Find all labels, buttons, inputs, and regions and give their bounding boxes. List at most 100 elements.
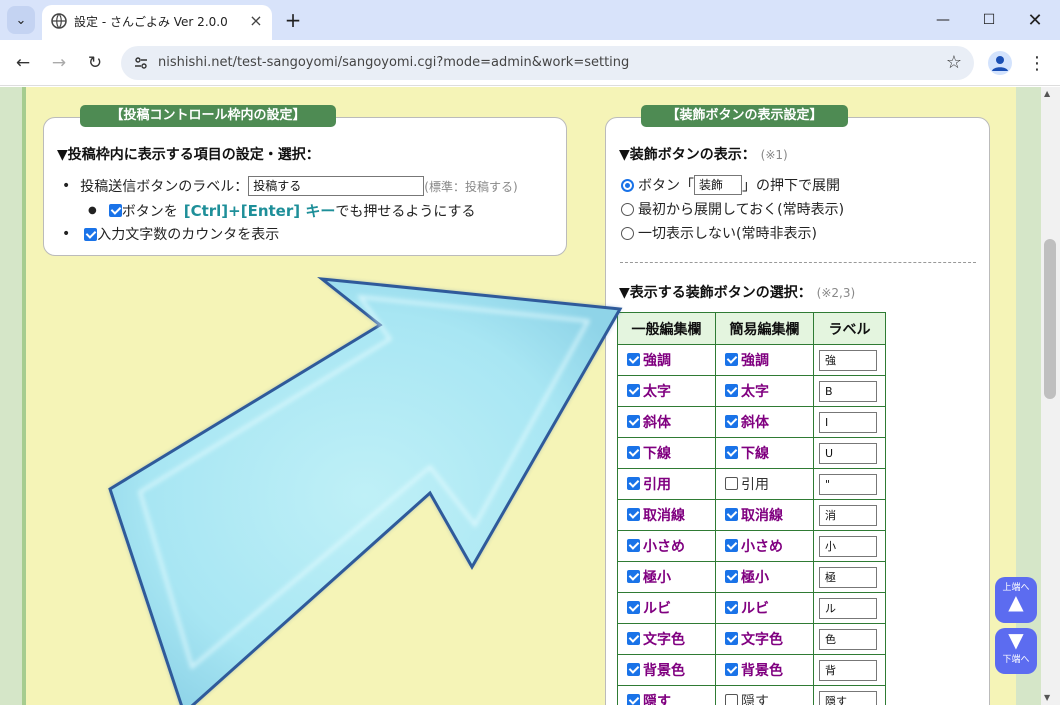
label-input[interactable]: ル	[819, 597, 877, 619]
general-cell: 隠す	[617, 685, 716, 705]
decoration-display-note: (※1)	[760, 148, 788, 162]
arrow-left-icon: ←	[15, 53, 31, 73]
decoration-select-note: (※2,3)	[816, 286, 856, 300]
simple-label: 引用	[741, 476, 769, 493]
jump-top-button[interactable]: 上端へ ▲	[995, 577, 1037, 623]
forward-button[interactable]: →	[44, 48, 74, 78]
jump-bottom-button[interactable]: ▼ 下端へ	[995, 628, 1037, 674]
general-cell: 小さめ	[617, 530, 716, 562]
scroll-up-arrow-icon[interactable]: ▲	[1044, 89, 1050, 98]
general-label: 極小	[643, 569, 671, 586]
simple-checkbox[interactable]	[725, 446, 738, 460]
label-cell: B	[813, 375, 886, 407]
simple-label: 小さめ	[741, 538, 783, 555]
label-input[interactable]: U	[819, 442, 877, 464]
bullet-icon: •	[62, 226, 71, 242]
simple-checkbox[interactable]	[725, 694, 738, 705]
col-header-general: 一般編集欄	[617, 312, 716, 345]
simple-label: ルビ	[741, 600, 769, 617]
address-bar[interactable]: nishishi.net/test-sangoyomi/sangoyomi.cg…	[121, 46, 974, 80]
minimize-button[interactable]: —	[920, 5, 966, 35]
general-label: 強調	[643, 352, 671, 369]
counter-checkbox[interactable]	[84, 227, 98, 241]
simple-checkbox[interactable]	[725, 353, 738, 367]
simple-cell: ルビ	[715, 592, 814, 624]
label-input[interactable]: 強	[819, 349, 877, 371]
radio-always-show[interactable]: 最初から展開しておく(常時表示)	[621, 199, 844, 219]
label-input[interactable]: 小	[819, 535, 877, 557]
simple-label: 取消線	[741, 507, 783, 524]
simple-checkbox[interactable]	[725, 508, 738, 522]
scroll-down-arrow-icon[interactable]: ▼	[1044, 693, 1050, 702]
general-cell: 斜体	[617, 406, 716, 438]
radio-expand-on-press[interactable]: ボタン「 装飾 」の押下で展開	[621, 175, 840, 195]
label-input[interactable]: 消	[819, 504, 877, 526]
close-window-button[interactable]: ✕	[1012, 5, 1058, 35]
tab-strip: ⌄ 設定 - さんごよみ Ver 2.0.0 × + — ☐ ✕	[0, 0, 1060, 40]
general-cell: 引用	[617, 468, 716, 500]
simple-checkbox[interactable]	[725, 477, 738, 491]
back-button[interactable]: ←	[8, 48, 38, 78]
globe-icon	[51, 13, 67, 29]
simple-checkbox[interactable]	[725, 663, 738, 677]
decoration-table-body: 強調 強調 強太字 太字 B 斜体 斜体 I 下線 下線 U 引用 引用 " 取消線 取消線 消小さめ 小さめ 小極…	[617, 344, 886, 705]
kebab-menu-icon: ⋮	[1028, 52, 1046, 74]
label-input[interactable]: 色	[819, 628, 877, 650]
menu-button[interactable]: ⋮	[1022, 48, 1052, 78]
simple-label: 極小	[741, 569, 769, 586]
radio1-suffix: 」の押下で展開	[742, 178, 840, 194]
reload-button[interactable]: ↻	[80, 48, 110, 78]
general-label: 引用	[643, 476, 671, 493]
simple-checkbox[interactable]	[725, 601, 738, 615]
label-input[interactable]: 隠す	[819, 690, 877, 705]
general-label: 文字色	[643, 631, 685, 648]
label-cell: 色	[813, 623, 886, 655]
tab-search-button[interactable]: ⌄	[7, 6, 35, 34]
col-header-simple: 簡易編集欄	[715, 312, 814, 345]
simple-checkbox[interactable]	[725, 570, 738, 584]
simple-cell: 隠す	[715, 685, 814, 705]
decoration-display-text: ▼装飾ボタンの表示：	[619, 147, 756, 163]
label-input[interactable]: 極	[819, 566, 877, 588]
radio-expand-on-press-input[interactable]	[621, 178, 634, 192]
tab-active[interactable]: 設定 - さんごよみ Ver 2.0.0 ×	[42, 5, 272, 40]
decoration-heading: 【装飾ボタンの表示設定】	[641, 105, 848, 127]
general-cell: ルビ	[617, 592, 716, 624]
general-label: 斜体	[643, 414, 671, 431]
radio-never-show-input[interactable]	[621, 226, 634, 240]
simple-checkbox[interactable]	[725, 415, 738, 429]
radio-always-show-input[interactable]	[621, 202, 634, 216]
label-cell: "	[813, 468, 886, 500]
general-label: 背景色	[643, 662, 685, 679]
simple-label: 文字色	[741, 631, 783, 648]
label-input[interactable]: I	[819, 411, 877, 433]
arrow-overlay-icon	[108, 276, 623, 705]
profile-avatar[interactable]	[988, 51, 1012, 75]
label-input[interactable]: B	[819, 380, 877, 402]
ctrl-enter-key: [Ctrl]+[Enter] キー	[183, 202, 336, 220]
general-cell: 文字色	[617, 623, 716, 655]
radio-never-show[interactable]: 一切表示しない(常時非表示)	[621, 223, 817, 243]
table-row: 強調 強調 強	[617, 344, 886, 376]
label-input[interactable]: 背	[819, 659, 877, 681]
star-icon[interactable]: ☆	[946, 52, 962, 73]
simple-checkbox[interactable]	[725, 632, 738, 646]
general-label: 取消線	[643, 507, 685, 524]
scrollbar-thumb[interactable]	[1044, 239, 1056, 399]
simple-cell: 取消線	[715, 499, 814, 531]
simple-label: 隠す	[741, 693, 769, 705]
label-input[interactable]: "	[819, 473, 877, 495]
label-cell: 強	[813, 344, 886, 376]
submit-label-input[interactable]: 投稿する	[248, 176, 425, 196]
close-tab-icon[interactable]: ×	[246, 11, 266, 31]
simple-checkbox[interactable]	[725, 384, 738, 398]
new-tab-button[interactable]: +	[279, 6, 307, 34]
maximize-icon: ☐	[982, 12, 996, 28]
maximize-button[interactable]: ☐	[966, 5, 1012, 35]
simple-checkbox[interactable]	[725, 539, 738, 553]
decoration-button-label-input[interactable]: 装飾	[694, 175, 742, 195]
simple-label: 下線	[741, 445, 769, 462]
simple-label: 斜体	[741, 414, 769, 431]
col-header-label: ラベル	[813, 312, 886, 345]
ctrl-enter-checkbox[interactable]	[108, 204, 122, 217]
